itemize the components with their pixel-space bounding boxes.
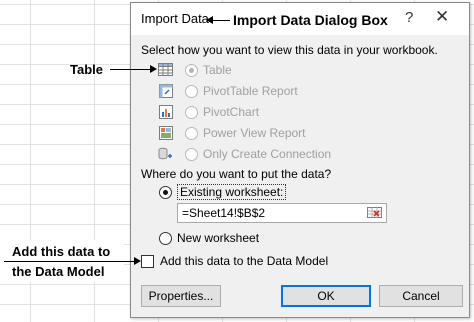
properties-button[interactable]: Properties... [141, 285, 221, 307]
table-annotation: Table [70, 62, 103, 77]
data-model-checkbox[interactable] [141, 254, 154, 268]
existing-worksheet-label: Existing worksheet: [177, 184, 287, 200]
dialog-box-annotation: Import Data Dialog Box [233, 12, 388, 28]
pivotchart-icon [157, 104, 175, 120]
option-label: Table [203, 63, 232, 77]
radio-power-view[interactable] [185, 126, 198, 140]
dialog-annotation-arrow [212, 20, 230, 21]
location-input[interactable]: =Sheet14!$B$2 [177, 203, 387, 223]
data-model-annotation-arrow [4, 261, 134, 262]
option-new-worksheet[interactable]: New worksheet [159, 229, 259, 247]
new-worksheet-label: New worksheet [177, 231, 260, 245]
data-model-option[interactable]: Add this data to the Data Model [141, 254, 328, 268]
data-model-annotation-line2: the Data Model [12, 264, 105, 279]
radio-new-worksheet[interactable] [159, 231, 172, 245]
powerview-icon [157, 125, 175, 141]
data-model-annotation-arrowhead [134, 257, 141, 265]
data-model-label: Add this data to the Data Model [160, 254, 329, 268]
radio-pivottable[interactable] [185, 84, 198, 98]
view-prompt: Select how you want to view this data in… [141, 43, 438, 57]
data-model-annotation-line1: Add this data to [12, 244, 111, 259]
option-label: PivotTable Report [203, 84, 298, 98]
option-label: Power View Report [203, 126, 306, 140]
cancel-button[interactable]: Cancel [379, 285, 463, 307]
option-table[interactable]: Table [157, 61, 232, 79]
radio-pivotchart[interactable] [185, 105, 198, 119]
put-prompt: Where do you want to put the data? [141, 167, 332, 181]
option-only-create-connection[interactable]: Only Create Connection [157, 145, 331, 163]
range-selector-icon[interactable] [364, 204, 386, 222]
help-button[interactable]: ? [405, 9, 413, 26]
option-label: PivotChart [203, 105, 260, 119]
pivottable-icon [157, 83, 175, 99]
dialog-title: Import Data [141, 11, 209, 26]
table-icon [157, 62, 175, 78]
table-annotation-arrow [110, 69, 150, 70]
radio-existing-worksheet[interactable] [159, 185, 172, 199]
option-power-view-report[interactable]: Power View Report [157, 124, 306, 142]
ok-button[interactable]: OK [281, 285, 371, 307]
close-button[interactable]: ✕ [435, 7, 449, 27]
radio-only-connection[interactable] [185, 147, 198, 161]
option-label: Only Create Connection [203, 147, 332, 161]
option-pivottable-report[interactable]: PivotTable Report [157, 82, 298, 100]
import-data-dialog: Import Data ? ✕ Select how you want to v… [130, 2, 470, 318]
connection-icon [157, 146, 175, 162]
option-pivotchart[interactable]: PivotChart [157, 103, 259, 121]
table-annotation-arrowhead [150, 65, 157, 73]
radio-table[interactable] [185, 63, 198, 77]
option-existing-worksheet[interactable]: Existing worksheet: [159, 183, 287, 201]
